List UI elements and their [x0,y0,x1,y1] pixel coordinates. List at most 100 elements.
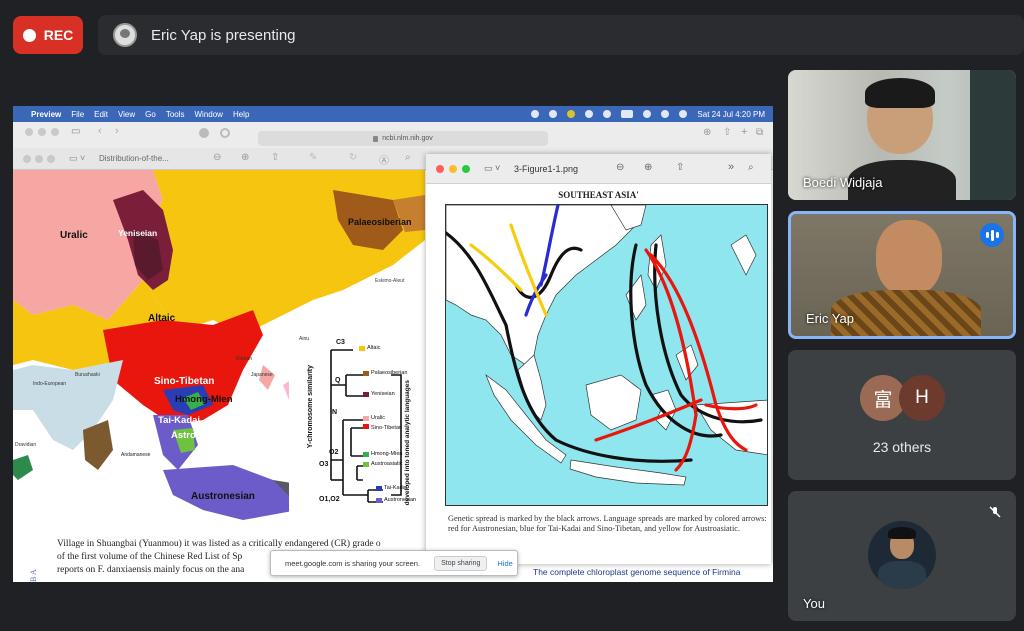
zoom-out-icon[interactable]: ⊖ [213,152,221,163]
zoom-out-icon[interactable]: ⊖ [616,162,624,173]
sidebar-icon[interactable]: ▭ [71,126,80,137]
mic-off-icon[interactable] [984,501,1006,523]
markup-icon[interactable]: ✎ [309,152,317,163]
search-icon[interactable]: ⌕ [405,152,411,163]
label-austronesian: Austronesian [191,491,255,502]
status-icon[interactable] [531,110,540,118]
rotate-icon[interactable]: ↻ [349,152,357,163]
more-toolbar-icon[interactable]: » [728,161,734,173]
hide-notice-button[interactable]: Hide [497,559,512,568]
tree-node-c3: C3 [336,339,345,346]
tree-leaf: Austroasiatic [371,461,403,467]
status-icon[interactable] [567,110,576,118]
label-yeniseian: Yeniseian [118,228,158,238]
window-minimize-button[interactable] [38,128,46,136]
menu-file[interactable]: File [71,110,84,119]
sidebar-toggle-icon[interactable]: ▭ ˅ [69,153,85,164]
label-hmong-mien: Hmong-Mien [175,394,233,405]
window-close-button[interactable] [436,165,444,173]
label-ainu: Ainu [299,336,310,342]
label-astroasiatic: Astroasiatic [171,430,226,441]
label-eskimo-aleut: Eskimo-Aleut [375,278,405,284]
control-center-icon[interactable] [679,110,688,118]
language-distribution-map: Uralic Yeniseian Palaeosiberian Eskimo-A… [13,170,425,534]
participant-head [876,220,942,296]
window-close-button[interactable] [23,155,31,163]
participant-tile[interactable]: Boedi Widjaja [788,70,1016,200]
menu-app-preview[interactable]: Preview [31,110,61,119]
menu-go[interactable]: Go [145,110,156,119]
southeast-asia-map [445,204,768,506]
menubar-clock[interactable]: Sat 24 Jul 4:20 PM [697,110,765,119]
tree-leaf: Uralic [371,415,386,421]
tree-axis-left: Y-chromosome similarity [307,365,314,449]
share-icon[interactable]: ⇧ [271,152,279,163]
reader-icon[interactable] [220,128,230,138]
window-zoom-button[interactable] [51,128,59,136]
preview-window-1-toolbar: ▭ ˅ Distribution-of-the... ⊖ ⊕ ⇧ ✎ ↻ Ⓐ ⌕ [13,148,425,170]
window-minimize-button[interactable] [449,165,457,173]
forward-icon[interactable]: › [115,125,119,137]
record-dot-icon [22,28,36,42]
window-zoom-button[interactable] [462,165,470,173]
battery-icon[interactable] [621,110,634,118]
privacy-icon[interactable] [199,128,209,138]
share-icon[interactable]: ⇧ [723,127,731,138]
speaking-indicator-icon [980,223,1004,247]
self-tile[interactable]: You [788,491,1016,621]
window-zoom-button[interactable] [47,155,55,163]
article-side-letters: B A [29,569,38,582]
menu-window[interactable]: Window [195,110,223,119]
tree-leaf: Yeniseian [371,391,395,397]
download-icon[interactable]: ⊕ [703,127,711,138]
preview-window-2-toolbar: ▭ ˅ 3-Figure1-1.png ⊖ ⊕ ⇧ » ⌕ [426,154,771,184]
tree-node-o1o2: O1,O2 [319,496,340,503]
participant-body [878,561,926,589]
participant-tile-active[interactable]: Eric Yap [788,211,1016,339]
participant-name: Eric Yap [806,311,854,326]
bluetooth-icon[interactable] [603,110,612,118]
others-tile[interactable]: 富 H 23 others [788,350,1016,480]
video-background [970,70,1016,200]
menu-help[interactable]: Help [233,110,249,119]
tree-leaf: Hmong-Mien [371,451,403,457]
chloroplast-link[interactable]: The complete chloroplast genome sequence… [533,567,740,577]
presenting-bar[interactable]: Eric Yap is presenting [98,15,1024,55]
tree-leaf: Altaic [367,345,381,351]
presenter-avatar [113,23,137,47]
label-altaic: Altaic [148,313,176,324]
url-text: ncbi.nlm.nih.gov [382,135,433,142]
self-video [868,521,936,589]
sidebar-toggle-icon[interactable]: ▭ ˅ [484,163,500,174]
search-icon[interactable] [661,110,670,118]
new-tab-icon[interactable]: + [741,126,747,138]
annotate-icon[interactable]: Ⓐ [379,152,389,167]
label-palaeosiberian: Palaeosiberian [348,217,412,227]
tree-leaf: Sino-Tibetan [371,425,402,431]
menu-view[interactable]: View [118,110,135,119]
back-icon[interactable]: ‹ [98,125,102,137]
label-papuan: Papuan [301,508,319,514]
participant-name: You [803,596,825,611]
participant-name: Boedi Widjaja [803,175,883,190]
label-sino-tibetan: Sino-Tibetan [154,376,215,387]
screen-share-notice: meet.google.com is sharing your screen. … [270,550,518,576]
tree-node-n: N [332,409,338,416]
share-icon[interactable]: ⇧ [676,162,684,173]
search-icon[interactable]: ⌕ [748,162,754,173]
zoom-in-icon[interactable]: ⊕ [644,162,652,173]
window-minimize-button[interactable] [35,155,43,163]
menu-tools[interactable]: Tools [166,110,185,119]
address-bar[interactable]: ncbi.nlm.nih.gov [258,131,548,146]
window-close-button[interactable] [25,128,33,136]
tabs-overview-icon[interactable]: ⧉ [756,127,763,138]
lock-icon [373,135,379,142]
wifi-icon[interactable] [643,110,652,118]
tree-node-q: Q [335,377,341,384]
status-icon[interactable] [585,110,594,118]
zoom-in-icon[interactable]: ⊕ [241,152,249,163]
status-icon[interactable] [549,110,558,118]
menu-edit[interactable]: Edit [94,110,108,119]
stop-sharing-button[interactable]: Stop sharing [434,555,488,571]
recording-indicator[interactable]: REC [13,16,83,54]
